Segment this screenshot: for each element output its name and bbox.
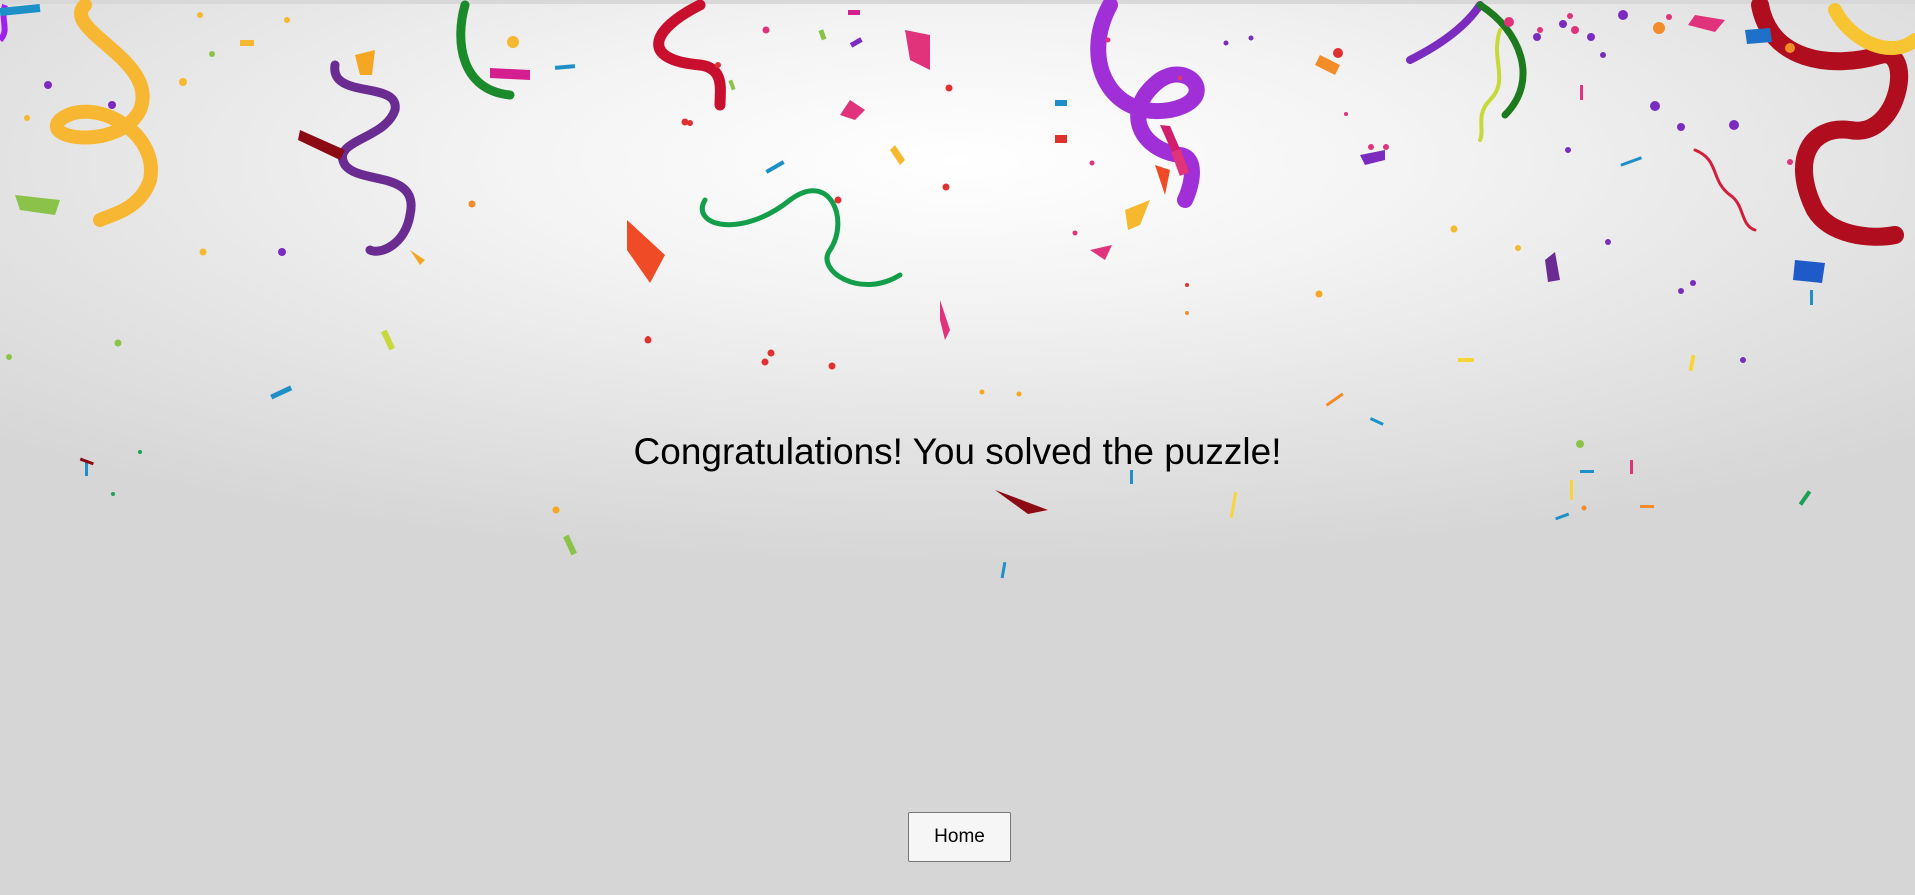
congratulations-message: Congratulations! You solved the puzzle! bbox=[633, 431, 1282, 472]
home-button[interactable]: Home bbox=[908, 812, 1011, 862]
